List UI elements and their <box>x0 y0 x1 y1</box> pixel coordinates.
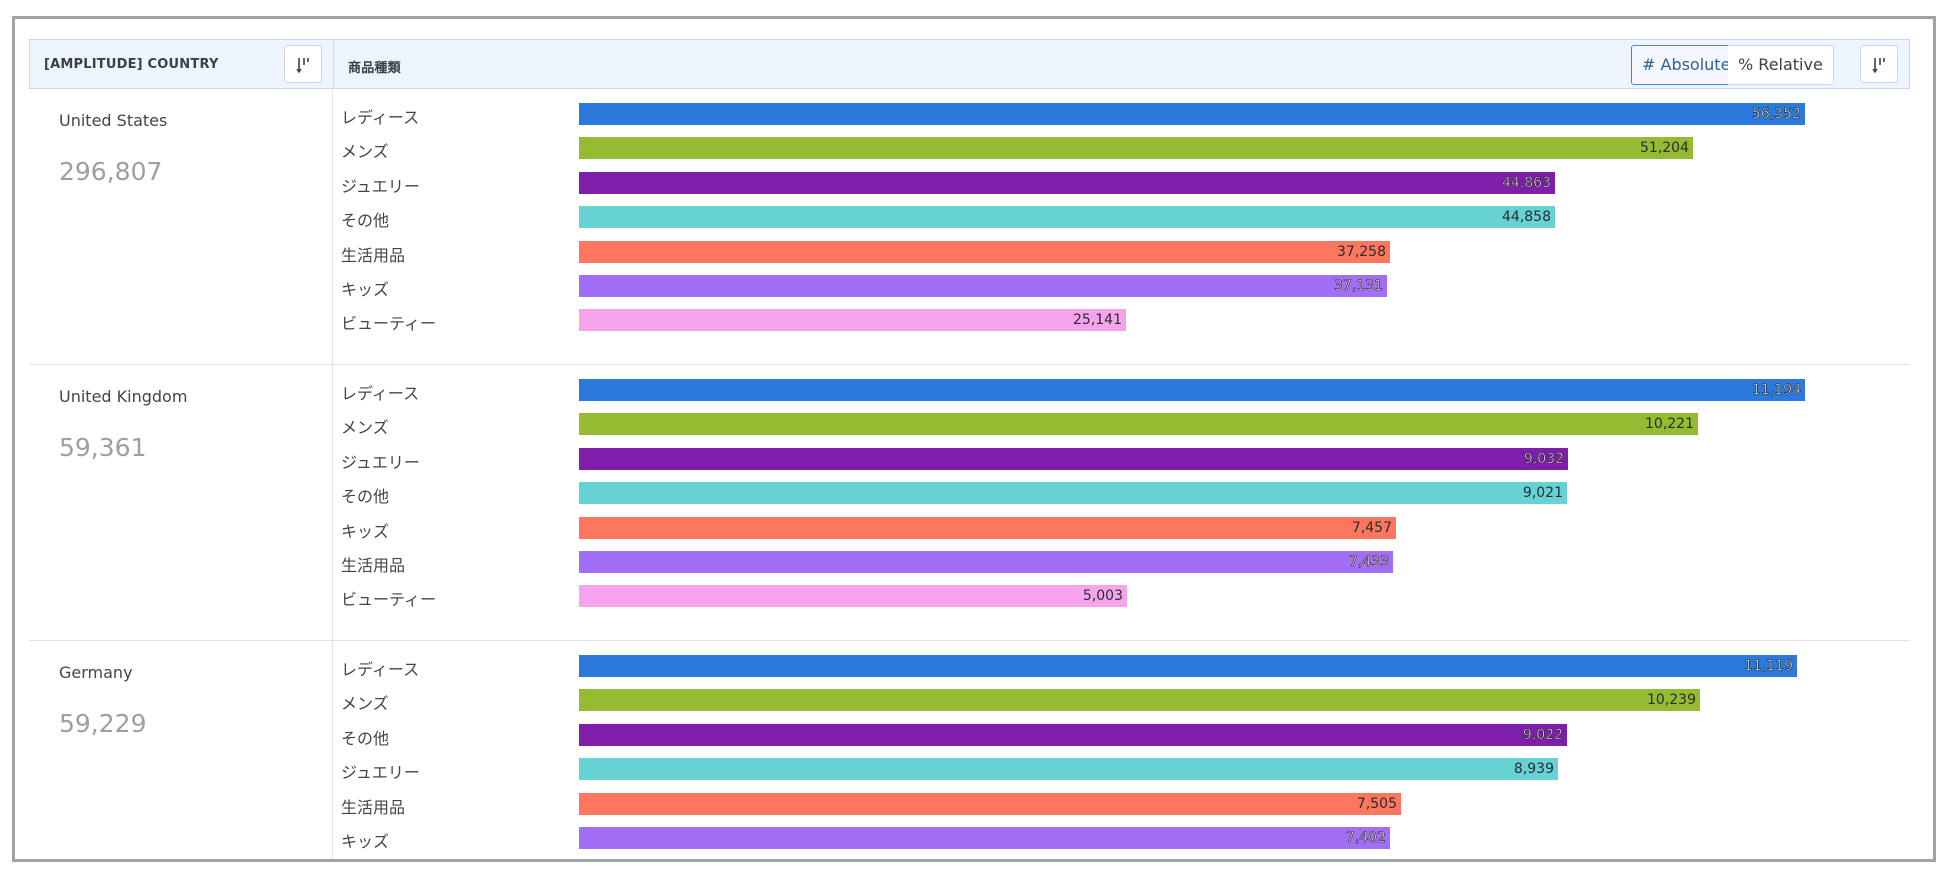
bar[interactable] <box>579 206 1555 229</box>
bar[interactable] <box>579 516 1396 539</box>
bar-category-label: 生活用品 <box>341 245 406 265</box>
bar[interactable] <box>579 137 1693 160</box>
bar-category-label: 生活用品 <box>341 556 406 575</box>
bar-category-label: ビューティー <box>341 590 437 610</box>
bar-category-label: ジュエリー <box>341 763 420 783</box>
bar-category-label: メンズ <box>341 142 389 162</box>
bar-category-label: ビューティー <box>341 314 437 334</box>
country-group: United Kingdom 59,361 レディース 11,194 メンズ 10,221… <box>29 365 1910 641</box>
bar-value-label: 10,221 <box>1645 416 1694 433</box>
bar-value-label: 9,032 <box>1523 450 1565 467</box>
country-group: Germany 59,229 レディース 11,119 メンズ 10,239 その他 9,02… <box>29 641 1910 859</box>
bar[interactable] <box>579 103 1805 125</box>
bar[interactable] <box>579 413 1698 436</box>
bar[interactable] <box>579 689 1700 712</box>
bar-category-label: キッズ <box>341 832 390 851</box>
bar-value-label: 7,505 <box>1356 795 1397 812</box>
bar[interactable] <box>579 585 1127 608</box>
bar-category-label: レディース <box>341 384 420 403</box>
bar[interactable] <box>579 723 1567 746</box>
bar[interactable] <box>579 551 1393 573</box>
bar[interactable] <box>579 792 1401 815</box>
country-name: United States <box>59 111 168 130</box>
bar-category-label: キッズ <box>341 521 390 541</box>
bar[interactable] <box>579 655 1797 677</box>
country-name: United Kingdom <box>59 387 188 406</box>
bar[interactable] <box>579 482 1567 505</box>
bar-value-label: 10,239 <box>1647 692 1696 709</box>
bar[interactable] <box>579 827 1390 849</box>
country-total: 296,807 <box>59 157 163 186</box>
country-name: Germany <box>59 663 133 682</box>
category-column-sort-button[interactable] <box>1860 45 1898 83</box>
bar-category-label: メンズ <box>341 418 389 438</box>
bar-category-label: ジュエリー <box>341 176 420 196</box>
country-column-title: [AMPLITUDE] COUNTRY <box>44 57 219 72</box>
bar-value-label: 44,863 <box>1502 174 1552 191</box>
breakdown-table: [AMPLITUDE] COUNTRY 商品種類 # Absolute % Re… <box>29 39 1910 859</box>
bar-value-label: 7,457 <box>1351 519 1392 536</box>
country-group: United States 296,807 レディース 56,352 メンズ 51,204… <box>29 89 1910 365</box>
bar[interactable] <box>579 240 1390 263</box>
bar[interactable] <box>579 309 1126 332</box>
bar-value-label: 7,433 <box>1348 554 1390 571</box>
country-total: 59,361 <box>59 433 147 462</box>
bar-category-label: レディース <box>341 108 420 127</box>
bar[interactable] <box>579 379 1805 401</box>
bar-value-label: 7,402 <box>1345 830 1387 847</box>
chart-frame: [AMPLITUDE] COUNTRY 商品種類 # Absolute % Re… <box>12 16 1936 862</box>
bar-category-label: ジュエリー <box>341 452 420 472</box>
relative-toggle-button[interactable]: % Relative <box>1728 45 1834 85</box>
sort-icon <box>1872 58 1885 74</box>
country-total: 59,229 <box>59 709 147 738</box>
category-column-title: 商品種類 <box>348 61 401 76</box>
bar-value-label: 51,204 <box>1640 140 1689 157</box>
bar-value-label: 11,194 <box>1752 382 1802 399</box>
bar-value-label: 5,003 <box>1082 588 1123 605</box>
absolute-toggle-button[interactable]: # Absolute <box>1631 45 1742 85</box>
bar-value-label: 11,119 <box>1744 658 1794 675</box>
bar-category-label: その他 <box>341 728 390 748</box>
bar-value-label: 9,021 <box>1522 485 1563 502</box>
bar-value-label: 9,022 <box>1522 726 1564 743</box>
bar[interactable] <box>579 447 1568 470</box>
bar-category-label: 生活用品 <box>341 797 406 817</box>
table-header: [AMPLITUDE] COUNTRY 商品種類 # Absolute % Re… <box>29 39 1910 89</box>
country-column-sort-button[interactable] <box>284 45 322 83</box>
bar[interactable] <box>579 275 1387 297</box>
bar-value-label: 37,258 <box>1337 243 1386 260</box>
bar-category-label: メンズ <box>341 694 389 714</box>
bar-category-label: レディース <box>341 660 420 679</box>
bar-value-label: 25,141 <box>1073 312 1122 329</box>
bar-value-label: 37,131 <box>1334 278 1384 295</box>
bar-category-label: キッズ <box>341 280 390 299</box>
bar-value-label: 8,939 <box>1513 761 1554 778</box>
bar-category-label: その他 <box>341 211 390 231</box>
header-divider <box>333 40 334 89</box>
bar[interactable] <box>579 171 1555 194</box>
bar-category-label: その他 <box>341 487 390 507</box>
bar-value-label: 44,858 <box>1502 209 1551 226</box>
bar-value-label: 56,352 <box>1752 106 1802 123</box>
sort-icon <box>296 58 309 74</box>
bar[interactable] <box>579 758 1558 781</box>
